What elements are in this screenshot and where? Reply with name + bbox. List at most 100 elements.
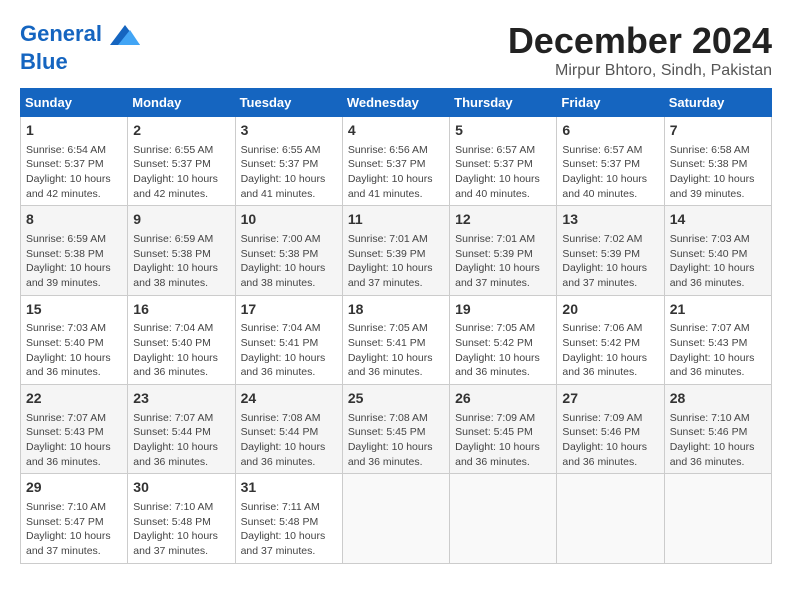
day-number: 16 xyxy=(133,300,229,320)
calendar-row-4: 22 Sunrise: 7:07 AM Sunset: 5:43 PM Dayl… xyxy=(21,385,772,474)
day-info: Sunrise: 6:54 AM Sunset: 5:37 PM Dayligh… xyxy=(26,143,122,202)
calendar-row-2: 8 Sunrise: 6:59 AM Sunset: 5:38 PM Dayli… xyxy=(21,206,772,295)
day-info: Sunrise: 7:08 AM Sunset: 5:45 PM Dayligh… xyxy=(348,411,444,470)
calendar-table: Sunday Monday Tuesday Wednesday Thursday… xyxy=(20,88,772,564)
day-info: Sunrise: 6:55 AM Sunset: 5:37 PM Dayligh… xyxy=(241,143,337,202)
day-info: Sunrise: 7:10 AM Sunset: 5:47 PM Dayligh… xyxy=(26,500,122,559)
day-cell-5: 5 Sunrise: 6:57 AM Sunset: 5:37 PM Dayli… xyxy=(450,117,557,206)
day-number: 11 xyxy=(348,210,444,230)
day-cell-26: 26 Sunrise: 7:09 AM Sunset: 5:45 PM Dayl… xyxy=(450,385,557,474)
day-cell-10: 10 Sunrise: 7:00 AM Sunset: 5:38 PM Dayl… xyxy=(235,206,342,295)
day-cell-23: 23 Sunrise: 7:07 AM Sunset: 5:44 PM Dayl… xyxy=(128,385,235,474)
day-info: Sunrise: 7:04 AM Sunset: 5:41 PM Dayligh… xyxy=(241,321,337,380)
day-number: 28 xyxy=(670,389,766,409)
day-number: 9 xyxy=(133,210,229,230)
day-cell-12: 12 Sunrise: 7:01 AM Sunset: 5:39 PM Dayl… xyxy=(450,206,557,295)
day-number: 30 xyxy=(133,478,229,498)
day-info: Sunrise: 6:56 AM Sunset: 5:37 PM Dayligh… xyxy=(348,143,444,202)
location-subtitle: Mirpur Bhtoro, Sindh, Pakistan xyxy=(508,62,772,80)
page-header: General Blue December 2024 Mirpur Bhtoro… xyxy=(20,20,772,80)
day-number: 3 xyxy=(241,121,337,141)
day-info: Sunrise: 7:02 AM Sunset: 5:39 PM Dayligh… xyxy=(562,232,658,291)
day-info: Sunrise: 7:11 AM Sunset: 5:48 PM Dayligh… xyxy=(241,500,337,559)
day-number: 27 xyxy=(562,389,658,409)
day-info: Sunrise: 7:04 AM Sunset: 5:40 PM Dayligh… xyxy=(133,321,229,380)
day-info: Sunrise: 7:05 AM Sunset: 5:41 PM Dayligh… xyxy=(348,321,444,380)
day-info: Sunrise: 6:55 AM Sunset: 5:37 PM Dayligh… xyxy=(133,143,229,202)
day-number: 6 xyxy=(562,121,658,141)
header-monday: Monday xyxy=(128,89,235,117)
day-cell-6: 6 Sunrise: 6:57 AM Sunset: 5:37 PM Dayli… xyxy=(557,117,664,206)
day-info: Sunrise: 7:09 AM Sunset: 5:45 PM Dayligh… xyxy=(455,411,551,470)
day-cell-7: 7 Sunrise: 6:58 AM Sunset: 5:38 PM Dayli… xyxy=(664,117,771,206)
day-info: Sunrise: 7:10 AM Sunset: 5:48 PM Dayligh… xyxy=(133,500,229,559)
header-sunday: Sunday xyxy=(21,89,128,117)
day-number: 1 xyxy=(26,121,122,141)
day-cell-20: 20 Sunrise: 7:06 AM Sunset: 5:42 PM Dayl… xyxy=(557,295,664,384)
day-cell-8: 8 Sunrise: 6:59 AM Sunset: 5:38 PM Dayli… xyxy=(21,206,128,295)
day-cell-11: 11 Sunrise: 7:01 AM Sunset: 5:39 PM Dayl… xyxy=(342,206,449,295)
day-cell-21: 21 Sunrise: 7:07 AM Sunset: 5:43 PM Dayl… xyxy=(664,295,771,384)
day-cell-29: 29 Sunrise: 7:10 AM Sunset: 5:47 PM Dayl… xyxy=(21,474,128,563)
day-cell-2: 2 Sunrise: 6:55 AM Sunset: 5:37 PM Dayli… xyxy=(128,117,235,206)
day-info: Sunrise: 7:03 AM Sunset: 5:40 PM Dayligh… xyxy=(26,321,122,380)
month-title: December 2024 xyxy=(508,20,772,62)
header-thursday: Thursday xyxy=(450,89,557,117)
calendar-row-3: 15 Sunrise: 7:03 AM Sunset: 5:40 PM Dayl… xyxy=(21,295,772,384)
day-info: Sunrise: 6:58 AM Sunset: 5:38 PM Dayligh… xyxy=(670,143,766,202)
day-number: 29 xyxy=(26,478,122,498)
weekday-header-row: Sunday Monday Tuesday Wednesday Thursday… xyxy=(21,89,772,117)
logo-text: General xyxy=(20,20,140,50)
day-info: Sunrise: 6:57 AM Sunset: 5:37 PM Dayligh… xyxy=(562,143,658,202)
day-number: 2 xyxy=(133,121,229,141)
day-cell-24: 24 Sunrise: 7:08 AM Sunset: 5:44 PM Dayl… xyxy=(235,385,342,474)
title-section: December 2024 Mirpur Bhtoro, Sindh, Paki… xyxy=(508,20,772,80)
day-cell-1: 1 Sunrise: 6:54 AM Sunset: 5:37 PM Dayli… xyxy=(21,117,128,206)
day-number: 13 xyxy=(562,210,658,230)
day-number: 26 xyxy=(455,389,551,409)
calendar-row-1: 1 Sunrise: 6:54 AM Sunset: 5:37 PM Dayli… xyxy=(21,117,772,206)
header-saturday: Saturday xyxy=(664,89,771,117)
day-cell-28: 28 Sunrise: 7:10 AM Sunset: 5:46 PM Dayl… xyxy=(664,385,771,474)
day-info: Sunrise: 7:03 AM Sunset: 5:40 PM Dayligh… xyxy=(670,232,766,291)
calendar-row-5: 29 Sunrise: 7:10 AM Sunset: 5:47 PM Dayl… xyxy=(21,474,772,563)
day-number: 10 xyxy=(241,210,337,230)
empty-cell xyxy=(664,474,771,563)
empty-cell xyxy=(450,474,557,563)
day-number: 14 xyxy=(670,210,766,230)
day-info: Sunrise: 7:07 AM Sunset: 5:43 PM Dayligh… xyxy=(26,411,122,470)
day-info: Sunrise: 7:07 AM Sunset: 5:44 PM Dayligh… xyxy=(133,411,229,470)
day-number: 12 xyxy=(455,210,551,230)
day-info: Sunrise: 6:59 AM Sunset: 5:38 PM Dayligh… xyxy=(133,232,229,291)
day-number: 24 xyxy=(241,389,337,409)
day-cell-13: 13 Sunrise: 7:02 AM Sunset: 5:39 PM Dayl… xyxy=(557,206,664,295)
day-cell-9: 9 Sunrise: 6:59 AM Sunset: 5:38 PM Dayli… xyxy=(128,206,235,295)
day-info: Sunrise: 6:59 AM Sunset: 5:38 PM Dayligh… xyxy=(26,232,122,291)
day-number: 18 xyxy=(348,300,444,320)
day-cell-22: 22 Sunrise: 7:07 AM Sunset: 5:43 PM Dayl… xyxy=(21,385,128,474)
day-number: 8 xyxy=(26,210,122,230)
day-info: Sunrise: 7:08 AM Sunset: 5:44 PM Dayligh… xyxy=(241,411,337,470)
day-number: 19 xyxy=(455,300,551,320)
day-cell-27: 27 Sunrise: 7:09 AM Sunset: 5:46 PM Dayl… xyxy=(557,385,664,474)
logo: General Blue xyxy=(20,20,140,74)
day-cell-25: 25 Sunrise: 7:08 AM Sunset: 5:45 PM Dayl… xyxy=(342,385,449,474)
day-info: Sunrise: 7:01 AM Sunset: 5:39 PM Dayligh… xyxy=(455,232,551,291)
header-friday: Friday xyxy=(557,89,664,117)
day-cell-3: 3 Sunrise: 6:55 AM Sunset: 5:37 PM Dayli… xyxy=(235,117,342,206)
day-info: Sunrise: 7:06 AM Sunset: 5:42 PM Dayligh… xyxy=(562,321,658,380)
day-cell-18: 18 Sunrise: 7:05 AM Sunset: 5:41 PM Dayl… xyxy=(342,295,449,384)
empty-cell xyxy=(342,474,449,563)
header-wednesday: Wednesday xyxy=(342,89,449,117)
day-number: 17 xyxy=(241,300,337,320)
header-tuesday: Tuesday xyxy=(235,89,342,117)
day-number: 21 xyxy=(670,300,766,320)
day-number: 22 xyxy=(26,389,122,409)
day-cell-31: 31 Sunrise: 7:11 AM Sunset: 5:48 PM Dayl… xyxy=(235,474,342,563)
day-info: Sunrise: 7:09 AM Sunset: 5:46 PM Dayligh… xyxy=(562,411,658,470)
day-cell-17: 17 Sunrise: 7:04 AM Sunset: 5:41 PM Dayl… xyxy=(235,295,342,384)
day-number: 15 xyxy=(26,300,122,320)
day-info: Sunrise: 7:00 AM Sunset: 5:38 PM Dayligh… xyxy=(241,232,337,291)
day-cell-30: 30 Sunrise: 7:10 AM Sunset: 5:48 PM Dayl… xyxy=(128,474,235,563)
day-info: Sunrise: 7:01 AM Sunset: 5:39 PM Dayligh… xyxy=(348,232,444,291)
